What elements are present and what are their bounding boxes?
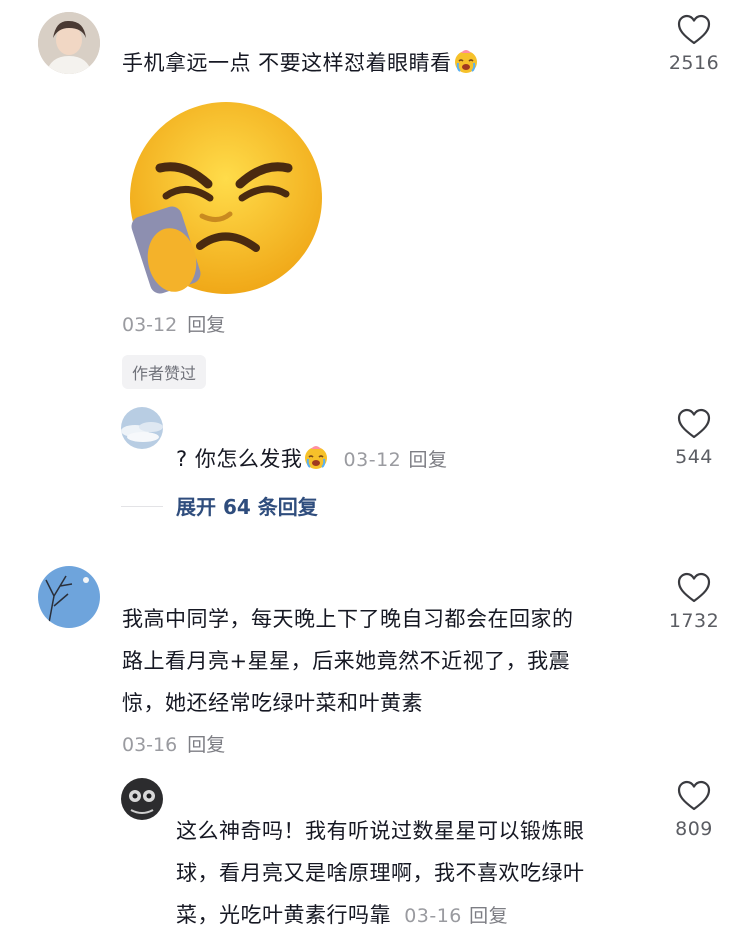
like-section[interactable]: 2516	[654, 14, 734, 74]
reply-line: 菜，光吃叶黄素行吗靠	[176, 903, 391, 927]
like-count: 1732	[668, 610, 720, 632]
crying-face-emoji-icon	[452, 47, 480, 75]
like-section[interactable]: 544	[654, 408, 734, 468]
reply-date: 03-12	[343, 449, 402, 471]
reply-avatar[interactable]	[121, 407, 163, 449]
reply-text: 这么神奇吗！我有听说过数星星可以锻炼眼 球，看月亮又是啥原理啊，我不喜欢吃绿叶 …	[176, 810, 585, 932]
dark-photo-avatar-icon	[121, 778, 163, 820]
reply-button[interactable]: 回复	[408, 449, 447, 471]
reply-button[interactable]: 回复	[187, 734, 225, 756]
avatar-portrait-icon	[38, 12, 100, 74]
like-section[interactable]: 1732	[654, 572, 734, 632]
avatar[interactable]	[38, 12, 100, 74]
squinting-phone-emoji-sticker-icon	[130, 102, 322, 294]
comment-date: 03-12	[122, 314, 178, 336]
like-count: 809	[675, 818, 713, 840]
reply-text: ? 你怎么发我 03-12 回复	[176, 438, 447, 481]
like-count: 544	[675, 446, 713, 468]
comment-text: 我高中同学，每天晚上下了晚自习都会在回家的 路上看月亮+星星，后来她竟然不近视了…	[122, 598, 574, 724]
reply-date: 03-16	[404, 905, 462, 927]
emoji-sticker[interactable]	[122, 98, 322, 298]
comment-line: 我高中同学，每天晚上下了晚自习都会在回家的	[122, 607, 574, 631]
heart-icon[interactable]	[677, 14, 711, 46]
sky-avatar-icon	[121, 407, 163, 449]
expand-replies-button[interactable]: 展开 64 条回复	[176, 491, 318, 520]
reply-line-last: 菜，光吃叶黄素行吗靠 03-16 回复	[176, 894, 585, 932]
tree-sky-avatar-icon	[38, 566, 100, 628]
reply-button[interactable]: 回复	[187, 314, 225, 336]
author-liked-badge: 作者赞过	[122, 355, 207, 389]
like-section[interactable]: 809	[654, 780, 734, 840]
comment-meta: 03-12 回复	[122, 310, 225, 337]
avatar[interactable]	[38, 566, 100, 628]
reply-button[interactable]: 回复	[469, 905, 508, 927]
crying-face-emoji-icon	[302, 443, 330, 471]
comment-line: 路上看月亮+星星，后来她竟然不近视了，我震	[122, 649, 571, 673]
comment-text: 手机拿远一点 不要这样怼着眼睛看	[122, 42, 480, 84]
comment-body: 手机拿远一点 不要这样怼着眼睛看	[122, 51, 452, 75]
reply-body: 你怎么发我	[194, 447, 303, 471]
comment-meta: 03-16 回复	[122, 730, 225, 757]
reply-line: 这么神奇吗！我有听说过数星星可以锻炼眼	[176, 819, 585, 843]
comment-date: 03-16	[122, 734, 178, 756]
comment-line: 惊，她还经常吃绿叶菜和叶黄素	[122, 691, 423, 715]
heart-icon[interactable]	[677, 572, 711, 604]
reply-prefix: ?	[176, 447, 188, 471]
heart-icon[interactable]	[677, 780, 711, 812]
reply-line: 球，看月亮又是啥原理啊，我不喜欢吃绿叶	[176, 861, 585, 885]
like-count: 2516	[668, 52, 720, 74]
reply-avatar[interactable]	[121, 778, 163, 820]
heart-icon[interactable]	[677, 408, 711, 440]
expand-divider	[121, 506, 163, 507]
